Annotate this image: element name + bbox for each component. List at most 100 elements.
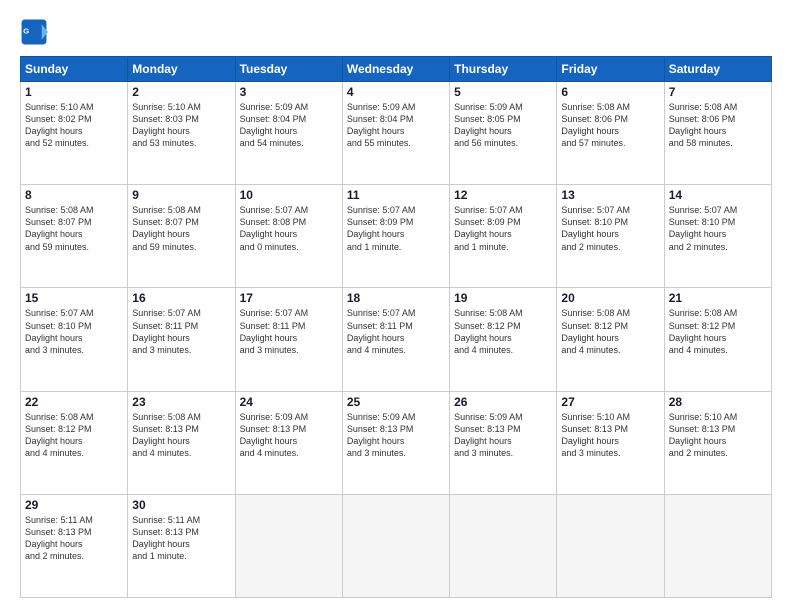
daylight-minutes: and 1 minute. — [347, 241, 445, 253]
day-number: 19 — [454, 291, 552, 305]
sunset-line: Sunset: 8:02 PM — [25, 113, 123, 125]
calendar-cell — [450, 494, 557, 597]
calendar-cell: 7 Sunrise: 5:08 AMSunset: 8:06 PMDaylight… — [664, 82, 771, 185]
sunrise-line: Sunrise: 5:09 AM — [240, 101, 338, 113]
daylight-minutes: and 4 minutes. — [25, 447, 123, 459]
calendar-week-row: 29 Sunrise: 5:11 AMSunset: 8:13 PMDayligh… — [21, 494, 772, 597]
day-number: 22 — [25, 395, 123, 409]
calendar-cell: 17Sunrise: 5:07 AMSunset: 8:11 PMDayligh… — [235, 288, 342, 391]
daylight-label: Daylight hours — [669, 228, 767, 240]
calendar-cell: 13 Sunrise: 5:07 AMSunset: 8:10 PMDayligh… — [557, 185, 664, 288]
sunrise-line: Sunrise: 5:07 AM — [25, 307, 123, 319]
calendar-cell: 5Sunrise: 5:09 AMSunset: 8:05 PMDaylight… — [450, 82, 557, 185]
day-info: Sunrise: 5:08 AMSunset: 8:12 PMDaylight … — [25, 411, 123, 460]
calendar-cell: 29Sunrise: 5:11 AMSunset: 8:13 PMDayligh… — [21, 494, 128, 597]
day-of-week-header: Thursday — [450, 57, 557, 82]
sunrise-line: Sunrise: 5:09 AM — [347, 101, 445, 113]
calendar-cell: 24Sunrise: 5:09 AMSunset: 8:13 PMDayligh… — [235, 391, 342, 494]
sunset-line: Sunset: 8:13 PM — [132, 423, 230, 435]
daylight-minutes: and 53 minutes. — [132, 137, 230, 149]
daylight-label: Daylight hours — [25, 228, 123, 240]
day-number: 29 — [25, 498, 123, 512]
sunset-line: Sunset: 8:12 PM — [25, 423, 123, 435]
day-number: 21 — [669, 291, 767, 305]
sunset-line: Sunset: 8:03 PM — [132, 113, 230, 125]
sunrise-line: Sunrise: 5:08 AM — [561, 101, 659, 113]
calendar-cell: 20Sunrise: 5:08 AMSunset: 8:12 PMDayligh… — [557, 288, 664, 391]
day-info: Sunrise: 5:08 AMSunset: 8:07 PMDaylight … — [132, 204, 230, 253]
day-number: 24 — [240, 395, 338, 409]
daylight-label: Daylight hours — [240, 332, 338, 344]
daylight-label: Daylight hours — [132, 435, 230, 447]
sunrise-line: Sunrise: 5:09 AM — [454, 101, 552, 113]
sunset-line: Sunset: 8:06 PM — [561, 113, 659, 125]
calendar-cell: 22 Sunrise: 5:08 AMSunset: 8:12 PMDayligh… — [21, 391, 128, 494]
day-info: Sunrise: 5:08 AMSunset: 8:13 PMDaylight … — [132, 411, 230, 460]
day-number: 26 — [454, 395, 552, 409]
daylight-minutes: and 59 minutes. — [25, 241, 123, 253]
day-number: 30 — [132, 498, 230, 512]
daylight-minutes: and 0 minutes. — [240, 241, 338, 253]
day-number: 13 — [561, 188, 659, 202]
calendar-week-row: 8Sunrise: 5:08 AMSunset: 8:07 PMDaylight… — [21, 185, 772, 288]
sunset-line: Sunset: 8:10 PM — [25, 320, 123, 332]
daylight-label: Daylight hours — [454, 332, 552, 344]
day-info: Sunrise: 5:07 AMSunset: 8:09 PMDaylight … — [347, 204, 445, 253]
sunrise-line: Sunrise: 5:08 AM — [25, 411, 123, 423]
sunset-line: Sunset: 8:11 PM — [347, 320, 445, 332]
sunset-line: Sunset: 8:06 PM — [669, 113, 767, 125]
daylight-minutes: and 3 minutes. — [25, 344, 123, 356]
logo: G — [20, 18, 52, 46]
sunrise-line: Sunrise: 5:10 AM — [25, 101, 123, 113]
sunset-line: Sunset: 8:07 PM — [132, 216, 230, 228]
daylight-label: Daylight hours — [454, 228, 552, 240]
calendar-cell: 18Sunrise: 5:07 AMSunset: 8:11 PMDayligh… — [342, 288, 449, 391]
daylight-minutes: and 3 minutes. — [132, 344, 230, 356]
daylight-minutes: and 2 minutes. — [25, 550, 123, 562]
calendar-week-row: 15Sunrise: 5:07 AMSunset: 8:10 PMDayligh… — [21, 288, 772, 391]
day-of-week-header: Wednesday — [342, 57, 449, 82]
calendar-cell: 30 Sunrise: 5:11 AMSunset: 8:13 PMDayligh… — [128, 494, 235, 597]
day-number: 7 — [669, 85, 767, 99]
day-number: 25 — [347, 395, 445, 409]
header: G — [20, 18, 772, 46]
daylight-label: Daylight hours — [25, 435, 123, 447]
sunset-line: Sunset: 8:04 PM — [240, 113, 338, 125]
day-number: 16 — [132, 291, 230, 305]
daylight-label: Daylight hours — [347, 435, 445, 447]
calendar-cell — [342, 494, 449, 597]
calendar-header-row: SundayMondayTuesdayWednesdayThursdayFrid… — [21, 57, 772, 82]
day-info: Sunrise: 5:09 AMSunset: 8:13 PMDaylight … — [347, 411, 445, 460]
sunset-line: Sunset: 8:12 PM — [669, 320, 767, 332]
day-info: Sunrise: 5:08 AMSunset: 8:06 PMDaylight … — [561, 101, 659, 150]
day-info: Sunrise: 5:07 AMSunset: 8:11 PMDaylight … — [347, 307, 445, 356]
day-info: Sunrise: 5:08 AMSunset: 8:06 PMDaylight … — [669, 101, 767, 150]
daylight-label: Daylight hours — [347, 228, 445, 240]
day-number: 28 — [669, 395, 767, 409]
daylight-minutes: and 3 minutes. — [454, 447, 552, 459]
calendar-cell: 12Sunrise: 5:07 AMSunset: 8:09 PMDayligh… — [450, 185, 557, 288]
daylight-label: Daylight hours — [669, 125, 767, 137]
daylight-minutes: and 2 minutes. — [669, 447, 767, 459]
daylight-label: Daylight hours — [132, 332, 230, 344]
day-number: 3 — [240, 85, 338, 99]
day-number: 15 — [25, 291, 123, 305]
sunrise-line: Sunrise: 5:07 AM — [454, 204, 552, 216]
day-info: Sunrise: 5:07 AMSunset: 8:10 PMDaylight … — [669, 204, 767, 253]
day-info: Sunrise: 5:07 AMSunset: 8:10 PMDaylight … — [561, 204, 659, 253]
sunrise-line: Sunrise: 5:07 AM — [240, 307, 338, 319]
sunset-line: Sunset: 8:13 PM — [561, 423, 659, 435]
sunrise-line: Sunrise: 5:08 AM — [669, 307, 767, 319]
calendar-cell: 3Sunrise: 5:09 AMSunset: 8:04 PMDaylight… — [235, 82, 342, 185]
day-info: Sunrise: 5:11 AMSunset: 8:13 PMDaylight … — [132, 514, 230, 563]
day-info: Sunrise: 5:09 AMSunset: 8:04 PMDaylight … — [347, 101, 445, 150]
daylight-minutes: and 4 minutes. — [454, 344, 552, 356]
calendar-cell: 1Sunrise: 5:10 AMSunset: 8:02 PMDaylight… — [21, 82, 128, 185]
day-of-week-header: Tuesday — [235, 57, 342, 82]
sunset-line: Sunset: 8:08 PM — [240, 216, 338, 228]
calendar-cell: 10Sunrise: 5:07 AMSunset: 8:08 PMDayligh… — [235, 185, 342, 288]
day-info: Sunrise: 5:07 AMSunset: 8:08 PMDaylight … — [240, 204, 338, 253]
calendar-cell: 4Sunrise: 5:09 AMSunset: 8:04 PMDaylight… — [342, 82, 449, 185]
sunrise-line: Sunrise: 5:11 AM — [132, 514, 230, 526]
sunset-line: Sunset: 8:09 PM — [454, 216, 552, 228]
